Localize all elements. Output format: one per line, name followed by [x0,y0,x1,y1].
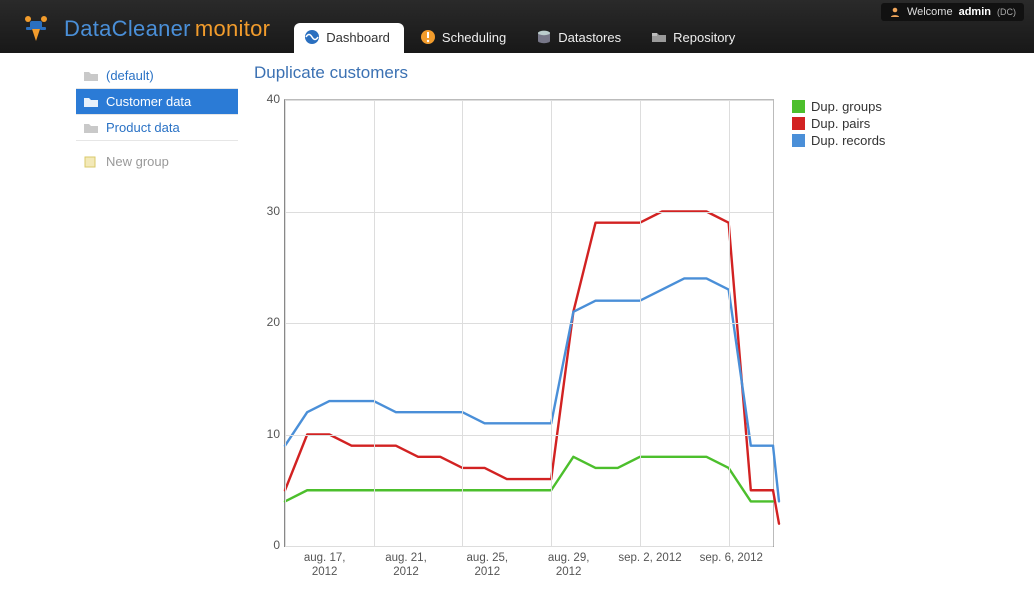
repository-icon [651,29,667,45]
chart-legend: Dup. groups Dup. pairs Dup. records [792,99,885,150]
tab-label: Dashboard [326,30,390,45]
folder-icon [84,96,98,108]
x-tick: sep. 6, 2012 [691,547,772,580]
scheduling-icon [420,29,436,45]
y-tick: 30 [267,204,280,218]
brand-name-a: DataCleaner [64,16,191,42]
top-bar: DataCleaner monitor Dashboard Scheduling… [0,0,1034,53]
tab-scheduling[interactable]: Scheduling [410,23,520,53]
series-pairs [285,212,773,491]
legend-item-groups: Dup. groups [792,99,885,114]
brand-icon [18,11,54,47]
plot-box [284,99,774,547]
x-tick: aug. 21, 2012 [365,547,446,580]
tab-label: Repository [673,30,735,45]
content: Duplicate customers 0 10 20 30 40 Dup. group… [244,63,1034,580]
x-tick: aug. 25, 2012 [447,547,528,580]
y-tick: 0 [273,538,280,552]
legend-label: Dup. pairs [811,116,870,131]
legend-swatch [792,117,805,130]
legend-label: Dup. groups [811,99,882,114]
sidebar-item-product-data[interactable]: Product data [76,115,238,141]
y-axis: 010203040 [252,99,284,547]
sidebar: (default) Customer data Product data New… [0,63,244,580]
folder-icon [84,122,98,134]
x-axis: aug. 17, 2012aug. 21, 2012aug. 25, 2012a… [284,547,774,580]
y-tick: 10 [267,427,280,441]
dashboard-icon [304,29,320,45]
sidebar-item-label: (default) [106,68,154,83]
tab-label: Scheduling [442,30,506,45]
welcome-user: admin [959,6,991,18]
folder-icon [84,70,98,82]
note-icon [84,156,98,168]
chart-area: 010203040 Dup. groups Dup. pairs Dup. re… [252,95,1024,547]
datastores-icon [536,29,552,45]
sidebar-item-default[interactable]: (default) [76,63,238,89]
x-tick: aug. 29, 2012 [528,547,609,580]
x-tick: aug. 17, 2012 [284,547,365,580]
sidebar-item-label: Product data [106,120,180,135]
legend-swatch [792,134,805,147]
legend-label: Dup. records [811,133,885,148]
welcome-badge[interactable]: Welcome admin (DC) [881,3,1024,21]
main: (default) Customer data Product data New… [0,53,1034,580]
sidebar-new-group[interactable]: New group [76,149,238,174]
user-icon [889,6,901,18]
legend-item-records: Dup. records [792,133,885,148]
tab-dashboard[interactable]: Dashboard [294,23,404,53]
tab-label: Datastores [558,30,621,45]
welcome-tenant: (DC) [997,7,1016,17]
y-tick: 20 [267,315,280,329]
tab-repository[interactable]: Repository [641,23,749,53]
legend-swatch [792,100,805,113]
brand: DataCleaner monitor [0,11,288,53]
main-tabs: Dashboard Scheduling Datastores Reposito… [294,23,749,53]
sidebar-item-label: Customer data [106,94,191,109]
tab-datastores[interactable]: Datastores [526,23,635,53]
brand-name-b: monitor [195,16,270,42]
x-tick: sep. 2, 2012 [609,547,690,580]
chart-title: Duplicate customers [254,63,1024,83]
series-records [285,278,773,445]
legend-item-pairs: Dup. pairs [792,116,885,131]
y-tick: 40 [267,92,280,106]
sidebar-item-customer-data[interactable]: Customer data [76,89,238,115]
welcome-prefix: Welcome [907,6,953,18]
sidebar-item-label: New group [106,154,169,169]
